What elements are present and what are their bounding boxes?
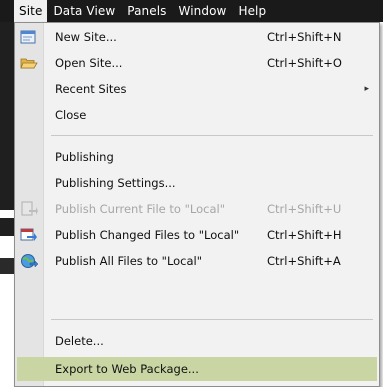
menu-item-publishing[interactable]: Publishing <box>17 145 377 169</box>
menu-item-label: Export to Web Package... <box>55 362 199 376</box>
menu-item-label: Publish Current File to "Local" <box>55 202 225 216</box>
menu-item-delete[interactable]: Delete... <box>17 329 377 353</box>
menu-help[interactable]: Help <box>232 0 272 22</box>
menu-separator <box>51 135 373 136</box>
menu-site[interactable]: Site <box>14 0 48 22</box>
menu-item-label: New Site... <box>55 30 117 44</box>
globe-publish-icon <box>19 252 39 270</box>
menu-panels[interactable]: Panels <box>121 0 172 22</box>
menu-item-export-web-package[interactable]: Export to Web Package... <box>17 357 377 381</box>
menu-item-publish-current-file[interactable]: Publish Current File to "Local" Ctrl+Shi… <box>17 197 377 221</box>
menu-item-publishing-settings[interactable]: Publishing Settings... <box>17 171 377 195</box>
site-dropdown-menu: New Site... Ctrl+Shift+N Open Site... Ct… <box>14 22 380 387</box>
menu-item-open-site[interactable]: Open Site... Ctrl+Shift+O <box>17 51 377 75</box>
menu-window[interactable]: Window <box>173 0 233 22</box>
menu-item-publish-all-files[interactable]: Publish All Files to "Local" Ctrl+Shift+… <box>17 249 377 273</box>
submenu-arrow-icon: ▸ <box>364 84 369 94</box>
menu-item-label: Publishing <box>55 150 114 164</box>
new-site-icon <box>19 28 39 46</box>
menu-item-label: Delete... <box>55 334 104 348</box>
menu-item-label: Open Site... <box>55 56 123 70</box>
menu-item-shortcut: Ctrl+Shift+U <box>267 202 342 216</box>
open-folder-icon <box>19 54 39 72</box>
menu-item-new-site[interactable]: New Site... Ctrl+Shift+N <box>17 25 377 49</box>
menu-item-publish-changed-files[interactable]: Publish Changed Files to "Local" Ctrl+Sh… <box>17 223 377 247</box>
menu-data-view[interactable]: Data View <box>47 0 121 22</box>
menu-item-label: Publishing Settings... <box>55 176 176 190</box>
publish-file-icon <box>19 200 39 218</box>
menu-item-label: Recent Sites <box>55 82 127 96</box>
menu-item-label: Publish All Files to "Local" <box>55 254 203 268</box>
menu-item-shortcut: Ctrl+Shift+O <box>267 56 342 70</box>
menu-item-label: Publish Changed Files to "Local" <box>55 228 240 242</box>
menu-item-recent-sites[interactable]: Recent Sites ▸ <box>17 77 377 101</box>
menu-bar: Site Data View Panels Window Help <box>0 0 383 22</box>
menu-item-shortcut: Ctrl+Shift+A <box>267 254 341 268</box>
menu-item-shortcut: Ctrl+Shift+H <box>267 228 342 242</box>
menu-item-label: Close <box>55 108 87 122</box>
publish-changed-icon <box>19 226 39 244</box>
menu-item-close[interactable]: Close <box>17 103 377 127</box>
menu-separator <box>51 319 373 320</box>
menu-item-shortcut: Ctrl+Shift+N <box>267 30 342 44</box>
